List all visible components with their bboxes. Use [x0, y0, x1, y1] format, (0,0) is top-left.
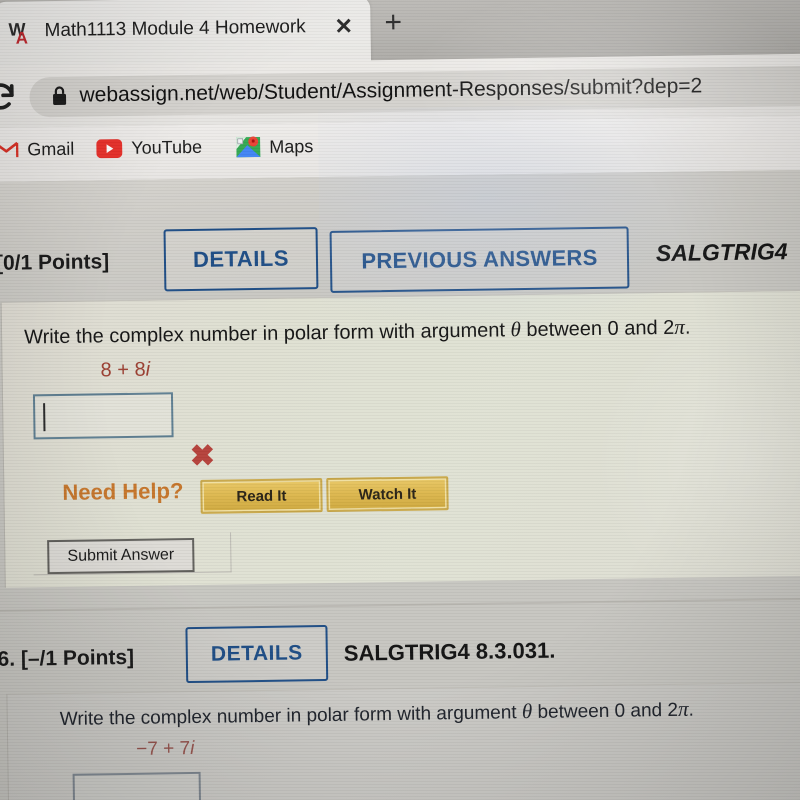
theta-symbol: θ: [510, 317, 522, 342]
question-2-expression: −7 + 7i: [136, 738, 194, 761]
question-1-expression-prefix: 8 + 8: [100, 358, 146, 382]
pi-symbol: π: [677, 696, 689, 721]
read-it-button[interactable]: Read It: [200, 478, 323, 514]
question-2-answer-input[interactable]: [72, 771, 202, 800]
question-1-answer-input[interactable]: [32, 392, 174, 440]
browser-tab-title: Math1113 Module 4 Homework: [44, 16, 306, 42]
question-1-prompt-part2: between 0 and 2: [520, 316, 675, 342]
reload-icon[interactable]: [0, 80, 18, 115]
screenshot-root: W A Math1113 Module 4 Homework ✕ + webas…: [0, 0, 800, 800]
bookmark-youtube-label: YouTube: [131, 136, 203, 158]
webassign-favicon: W A: [8, 19, 38, 49]
question-1-details-button[interactable]: DETAILS: [163, 227, 319, 292]
watch-it-button[interactable]: Watch It: [326, 476, 449, 513]
favicon-letter-a: A: [15, 28, 29, 48]
question-2-prompt: Write the complex number in polar form w…: [60, 697, 694, 731]
pi-symbol: π: [674, 314, 686, 339]
question-2-expression-prefix: −7 + 7: [136, 738, 191, 760]
youtube-icon: [96, 139, 123, 159]
question-2-imaginary-unit: i: [189, 737, 195, 760]
bookmark-maps-label: Maps: [269, 135, 314, 157]
submit-answer-shelf: Submit Answer: [33, 532, 234, 576]
question-2-prompt-part1: Write the complex number in polar form w…: [59, 702, 523, 730]
maps-icon: [236, 136, 261, 158]
bookmark-maps[interactable]: Maps: [236, 135, 313, 158]
question-1-panel: Write the complex number in polar form w…: [0, 289, 800, 588]
question-1-imaginary-unit: i: [145, 358, 151, 381]
lock-icon: [51, 85, 67, 107]
question-1-expression: 8 + 8i: [100, 359, 150, 383]
bookmark-youtube[interactable]: YouTube: [96, 137, 202, 160]
gmail-icon: [0, 141, 19, 160]
need-help-label: Need Help?: [62, 478, 184, 505]
close-icon[interactable]: ✕: [334, 14, 353, 39]
question-1-prompt-part3: .: [684, 316, 691, 339]
text-cursor: [43, 403, 46, 432]
question-2-details-button[interactable]: DETAILS: [185, 625, 329, 684]
question-divider: [0, 597, 800, 612]
submit-answer-button[interactable]: Submit Answer: [47, 537, 195, 575]
question-1-points: [0/1 Points]: [0, 250, 110, 275]
question-2-prompt-part3: .: [688, 699, 694, 721]
bookmark-gmail[interactable]: Gmail: [0, 139, 74, 161]
question-2-panel: Write the complex number in polar form w…: [6, 681, 800, 800]
theta-symbol: θ: [521, 698, 533, 724]
question-1-prompt: Write the complex number in polar form w…: [24, 315, 691, 350]
question-1-reference: SALGTRIG4: [655, 238, 788, 267]
question-2-prompt-part2: between 0 and 2: [532, 699, 679, 723]
browser-tab[interactable]: W A Math1113 Module 4 Homework ✕: [0, 0, 372, 68]
question-2-number-points: 46. [–/1 Points]: [0, 645, 135, 672]
webassign-page: [0/1 Points] DETAILS PREVIOUS ANSWERS SA…: [0, 169, 800, 800]
question-2-reference: SALGTRIG4 8.3.031.: [343, 637, 556, 666]
new-tab-button[interactable]: +: [384, 6, 402, 39]
question-1-previous-answers-button[interactable]: PREVIOUS ANSWERS: [329, 226, 630, 293]
bookmark-gmail-label: Gmail: [27, 138, 75, 160]
incorrect-x-icon: ✖: [189, 439, 216, 474]
question-1-prompt-part1: Write the complex number in polar form w…: [23, 319, 511, 349]
